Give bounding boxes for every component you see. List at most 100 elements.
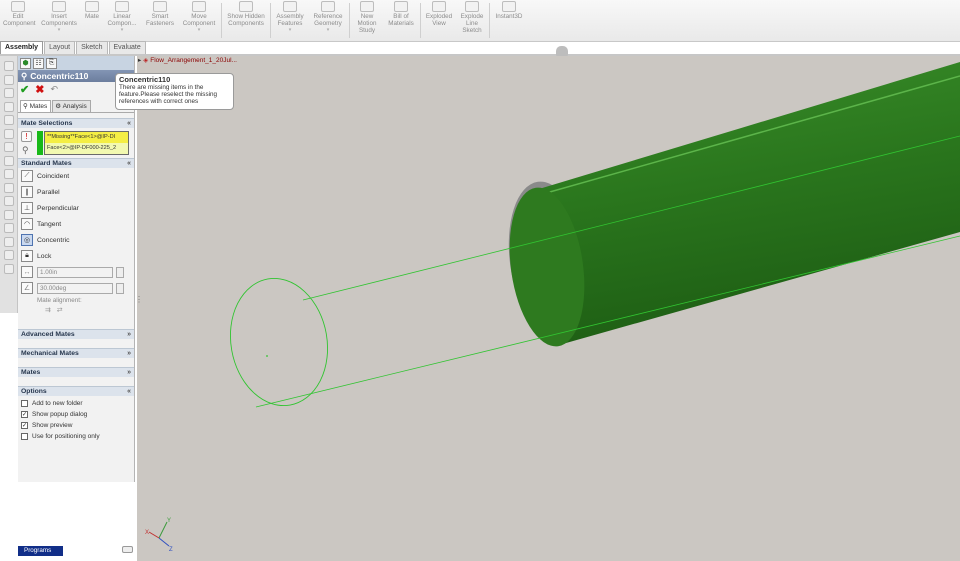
advanced-mates-header[interactable]: Advanced Mates» bbox=[18, 329, 134, 339]
option-use-for-positioning[interactable]: Use for positioning only bbox=[18, 431, 134, 442]
tangent-mate[interactable]: ◠ Tangent bbox=[18, 216, 134, 232]
tool-icon[interactable] bbox=[3, 196, 14, 206]
tool-icon[interactable] bbox=[3, 236, 14, 247]
bill-of-materials-button[interactable]: Bill of Materials bbox=[383, 0, 419, 41]
tangent-icon: ◠ bbox=[21, 218, 33, 230]
undo-icon[interactable]: ↶ bbox=[50, 84, 58, 95]
parallel-mate[interactable]: ∥ Parallel bbox=[18, 184, 134, 200]
graphics-area[interactable]: Y X Z bbox=[137, 56, 960, 561]
options-header[interactable]: Options « bbox=[18, 386, 134, 396]
tool-icon[interactable] bbox=[3, 169, 14, 179]
angle-field[interactable]: 30.00deg bbox=[37, 282, 113, 294]
tool-icon[interactable] bbox=[3, 263, 14, 274]
instant3d-icon bbox=[502, 1, 516, 12]
perpendicular-mate[interactable]: ⊥ Perpendicular bbox=[18, 200, 134, 216]
tool-icon[interactable] bbox=[3, 88, 14, 98]
feature-tree-flyout[interactable]: ▸ ◈ Flow_Arrangement_1_20Jul... bbox=[138, 56, 237, 65]
configuration-manager-tab-icon[interactable]: ⎘ bbox=[46, 57, 57, 69]
tab-mates[interactable]: ⚲ Mates bbox=[20, 100, 52, 112]
distance-spinner[interactable] bbox=[116, 266, 124, 278]
collapse-chevron-icon: « bbox=[127, 120, 131, 127]
collapse-chevron-icon: « bbox=[127, 388, 131, 395]
assembly-features-button[interactable]: Assembly Features ▾ bbox=[272, 0, 308, 41]
tab-assembly[interactable]: Assembly bbox=[0, 41, 44, 54]
property-manager: ⬢ ☷ ⎘ ⚲ Concentric110 ✔ ✖ ↶ ⚲ Mates ⚙ An… bbox=[18, 56, 135, 482]
distance-field[interactable]: 1.00in bbox=[37, 266, 113, 278]
selection-item-missing[interactable]: **Missing**Face<1>@IP-DI bbox=[45, 132, 128, 143]
anti-aligned-icon[interactable]: ⇄ bbox=[57, 307, 63, 314]
lock-mate[interactable]: 🔒︎ Lock bbox=[18, 248, 134, 264]
tool-icon[interactable] bbox=[3, 182, 14, 193]
checkbox[interactable] bbox=[21, 433, 28, 440]
cancel-button[interactable]: ✖ bbox=[35, 83, 44, 96]
restore-icon[interactable] bbox=[122, 546, 133, 553]
feature-manager-tab-icon[interactable]: ⬢ bbox=[20, 57, 31, 69]
tool-icon[interactable] bbox=[3, 250, 14, 260]
edit-component-button[interactable]: Edit Component bbox=[0, 0, 36, 41]
tab-evaluate[interactable]: Evaluate bbox=[108, 41, 146, 54]
command-tabs: Assembly Layout Sketch Evaluate bbox=[0, 41, 147, 54]
smart-fasteners-button[interactable]: Smart Fasteners bbox=[142, 0, 178, 41]
angle-spinner[interactable] bbox=[116, 282, 124, 294]
option-show-preview[interactable]: ✓ Show preview bbox=[18, 420, 134, 431]
standard-mates-header[interactable]: Standard Mates « bbox=[18, 158, 134, 168]
option-add-to-new-folder[interactable]: Add to new folder bbox=[18, 398, 134, 409]
concentric-mate[interactable]: ◎ Concentric bbox=[18, 232, 134, 248]
new-motion-study-button[interactable]: New Motion Study bbox=[351, 0, 383, 41]
mate-button[interactable]: Mate bbox=[82, 0, 102, 41]
lock-icon: 🔒︎ bbox=[21, 250, 33, 262]
tool-icon[interactable] bbox=[3, 209, 14, 220]
tool-icon[interactable] bbox=[3, 155, 14, 166]
assembly-features-icon bbox=[283, 1, 297, 12]
tab-layout[interactable]: Layout bbox=[44, 41, 76, 54]
reference-triad: Y X Z bbox=[145, 518, 173, 553]
checkbox-checked[interactable]: ✓ bbox=[21, 422, 28, 429]
ok-button[interactable]: ✔ bbox=[20, 83, 29, 96]
tool-icon[interactable] bbox=[3, 74, 14, 85]
tool-icon[interactable] bbox=[3, 223, 14, 233]
mates-header[interactable]: Mates» bbox=[18, 367, 134, 377]
motion-study-icon bbox=[360, 1, 374, 12]
command-manager: Edit Component Insert Components ▾ Mate L… bbox=[0, 0, 960, 42]
show-hidden-icon bbox=[239, 1, 253, 12]
expand-arrow-icon[interactable]: ▸ bbox=[138, 56, 141, 64]
selection-item[interactable]: Face<2>@IP-DF000-225_2 bbox=[45, 143, 128, 154]
pipe-body[interactable] bbox=[529, 62, 960, 345]
programs-button[interactable]: Programs bbox=[18, 546, 63, 556]
checkbox[interactable] bbox=[21, 400, 28, 407]
exploded-view-button[interactable]: Exploded View bbox=[422, 0, 456, 41]
vertical-toolbar bbox=[0, 56, 18, 313]
instant3d-button[interactable]: Instant3D bbox=[491, 0, 527, 41]
mechanical-mates-header[interactable]: Mechanical Mates» bbox=[18, 348, 134, 358]
move-component-button[interactable]: Move Component ▾ bbox=[178, 0, 220, 41]
reference-geometry-icon bbox=[321, 1, 335, 12]
tab-analysis[interactable]: ⚙ Analysis bbox=[52, 100, 91, 112]
assembly-name: Flow_Arrangement_1_20Jul... bbox=[150, 56, 237, 64]
expand-chevron-icon: » bbox=[127, 350, 131, 357]
svg-text:Z: Z bbox=[169, 547, 173, 553]
tool-icon[interactable] bbox=[3, 115, 14, 125]
linear-component-pattern-button[interactable]: Linear Compon... ▾ bbox=[102, 0, 142, 41]
mates-tab-icon: ⚲ bbox=[23, 103, 30, 110]
checkbox-checked[interactable]: ✓ bbox=[21, 411, 28, 418]
aligned-icon[interactable]: ⇉ bbox=[45, 307, 51, 314]
lightbulb-icon[interactable] bbox=[556, 46, 568, 56]
concentric-icon: ◎ bbox=[21, 234, 33, 246]
option-show-popup-dialog[interactable]: ✓ Show popup dialog bbox=[18, 409, 134, 420]
tool-icon[interactable] bbox=[3, 142, 14, 152]
insert-components-button[interactable]: Insert Components ▾ bbox=[36, 0, 82, 41]
reference-geometry-button[interactable]: Reference Geometry ▾ bbox=[308, 0, 348, 41]
coincident-mate[interactable]: ⟋ Coincident bbox=[18, 168, 134, 184]
model-view: Y X Z bbox=[145, 62, 960, 553]
exploded-view-icon bbox=[432, 1, 446, 12]
show-hidden-components-button[interactable]: Show Hidden Components bbox=[223, 0, 269, 41]
tool-icon[interactable] bbox=[3, 101, 14, 112]
mate-icon: ⚲ bbox=[21, 70, 28, 81]
mate-selections-header[interactable]: Mate Selections « bbox=[18, 118, 134, 128]
property-manager-tab-icon[interactable]: ☷ bbox=[33, 57, 44, 69]
explode-line-sketch-button[interactable]: Explode Line Sketch bbox=[456, 0, 488, 41]
panel-splitter[interactable]: ⋮ bbox=[135, 295, 143, 311]
tool-icon[interactable] bbox=[3, 61, 14, 71]
tab-sketch[interactable]: Sketch bbox=[76, 41, 108, 54]
tool-icon[interactable] bbox=[3, 128, 14, 139]
